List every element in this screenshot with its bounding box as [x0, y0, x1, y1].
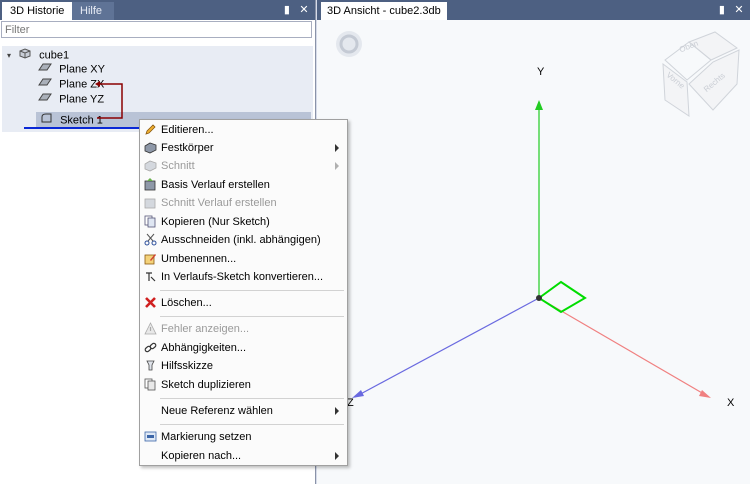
scissors-icon	[144, 233, 157, 246]
z-axis	[354, 297, 540, 398]
tab-3d-ansicht[interactable]: 3D Ansicht - cube2.3db	[321, 2, 447, 20]
drop-indicator-line	[24, 127, 139, 129]
tab-3d-historie[interactable]: 3D Historie	[2, 2, 78, 20]
3d-view-tab-bar: 3D Ansicht - cube2.3db ▮ ✕	[317, 0, 750, 20]
copy-icon	[144, 215, 156, 228]
menu-item-basis-verlauf[interactable]: Basis Verlauf erstellen	[140, 176, 347, 194]
menu-item-kopieren-nach[interactable]: Kopieren nach...	[140, 447, 347, 465]
warning-icon	[144, 322, 157, 335]
submenu-arrow-icon	[335, 162, 339, 170]
menu-item-schnitt[interactable]: Schnitt	[140, 157, 347, 175]
loft-icon	[144, 178, 156, 191]
dependency-arrow-icon	[95, 81, 123, 119]
sketch-square[interactable]	[537, 280, 587, 314]
close-icon[interactable]: ✕	[732, 3, 746, 16]
link-icon	[144, 342, 157, 353]
menu-separator	[160, 316, 344, 317]
z-axis-label: Z	[347, 397, 354, 409]
pencil-icon	[145, 124, 156, 135]
loft-cut-icon	[144, 198, 156, 209]
menu-item-fehler-anzeigen[interactable]: Fehler anzeigen...	[140, 320, 347, 338]
x-axis	[538, 297, 710, 398]
y-axis-label: Y	[537, 66, 545, 78]
menu-item-hilfsskizze[interactable]: Hilfsskizze	[140, 357, 347, 375]
menu-item-sketch-duplizieren[interactable]: Sketch duplizieren	[140, 376, 347, 394]
menu-separator	[160, 290, 344, 291]
menu-item-ausschneiden[interactable]: Ausschneiden (inkl. abhängigen)	[140, 231, 347, 249]
menu-item-verlaufs-sketch[interactable]: In Verlaufs-Sketch konvertieren...	[140, 268, 347, 286]
menu-item-schnitt-verlauf[interactable]: Schnitt Verlauf erstellen	[140, 194, 347, 212]
menu-item-neue-referenz[interactable]: Neue Referenz wählen	[140, 402, 347, 420]
close-icon[interactable]: ✕	[297, 3, 311, 16]
menu-item-abhaengigkeiten[interactable]: Abhängigkeiten...	[140, 339, 347, 357]
x-axis-label: X	[727, 397, 735, 409]
loading-spinner-icon	[336, 31, 362, 57]
tab-hilfe[interactable]: Hilfe	[72, 2, 114, 20]
submenu-arrow-icon	[335, 407, 339, 415]
helper-sketch-icon	[146, 360, 155, 371]
menu-item-editieren[interactable]: Editieren...	[140, 121, 347, 139]
solid-icon	[144, 142, 157, 154]
marker-icon	[144, 431, 157, 442]
convert-icon	[146, 272, 156, 282]
origin-point	[536, 295, 542, 301]
3d-view-panel: 3D Ansicht - cube2.3db ▮ ✕ Y X Z Oben Vo…	[317, 0, 750, 484]
menu-item-loeschen[interactable]: Löschen...	[140, 294, 347, 312]
menu-item-markierung-setzen[interactable]: Markierung setzen	[140, 428, 347, 446]
history-tab-bar: 3D Historie Hilfe ▮ ✕	[0, 0, 315, 20]
menu-item-kopieren-nur-sketch[interactable]: Kopieren (Nur Sketch)	[140, 213, 347, 231]
menu-separator	[160, 398, 344, 399]
submenu-arrow-icon	[335, 144, 339, 152]
duplicate-icon	[144, 378, 156, 391]
pin-icon[interactable]: ▮	[715, 3, 729, 16]
pin-icon[interactable]: ▮	[280, 3, 294, 16]
menu-item-umbenennen[interactable]: Umbenennen...	[140, 250, 347, 268]
delete-icon	[145, 297, 156, 308]
3d-viewport[interactable]: Y X Z Oben Vorne Rechts	[317, 20, 750, 484]
filter-input[interactable]	[1, 21, 312, 38]
submenu-arrow-icon	[335, 452, 339, 460]
context-menu: Editieren... Festkörper Schnitt Basis Ve…	[139, 119, 348, 466]
menu-item-festkoerper[interactable]: Festkörper	[140, 139, 347, 157]
menu-separator	[160, 424, 344, 425]
rename-icon	[144, 254, 156, 265]
cut-icon	[144, 160, 157, 172]
